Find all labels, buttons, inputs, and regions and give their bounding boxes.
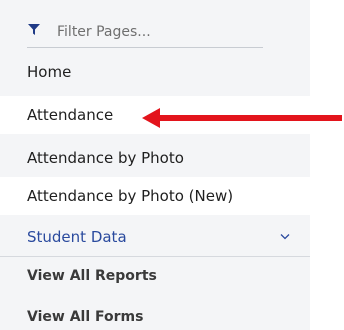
screen: Home Attendance Attendance by Photo Atte… <box>0 0 344 330</box>
filter-box <box>27 19 263 48</box>
sidebar-item-label: Attendance by Photo (New) <box>27 187 234 205</box>
sidebar-item-label: View All Forms <box>27 309 144 325</box>
sidebar-item-view-all-forms[interactable]: View All Forms <box>0 298 310 330</box>
chevron-down-icon <box>280 234 290 240</box>
sidebar-item-label: Attendance by Photo <box>27 149 184 167</box>
sidebar-item-label: Attendance <box>27 106 114 124</box>
sidebar-item-attendance-by-photo-new[interactable]: Attendance by Photo (New) <box>0 177 310 215</box>
sidebar-item-attendance-by-photo[interactable]: Attendance by Photo <box>0 139 310 177</box>
sidebar-panel: Home Attendance Attendance by Photo Atte… <box>0 0 310 330</box>
sidebar-item-label: Student Data <box>27 228 127 246</box>
filter-icon <box>28 24 40 35</box>
sidebar-item-label: Home <box>27 63 72 81</box>
sidebar-item-view-all-reports[interactable]: View All Reports <box>0 257 310 295</box>
sidebar-item-home[interactable]: Home <box>0 53 310 91</box>
sidebar-item-student-data[interactable]: Student Data <box>0 218 310 256</box>
sidebar-item-label: View All Reports <box>27 268 157 284</box>
red-arrow-annotation <box>142 108 342 128</box>
filter-pages-input[interactable] <box>57 19 257 45</box>
